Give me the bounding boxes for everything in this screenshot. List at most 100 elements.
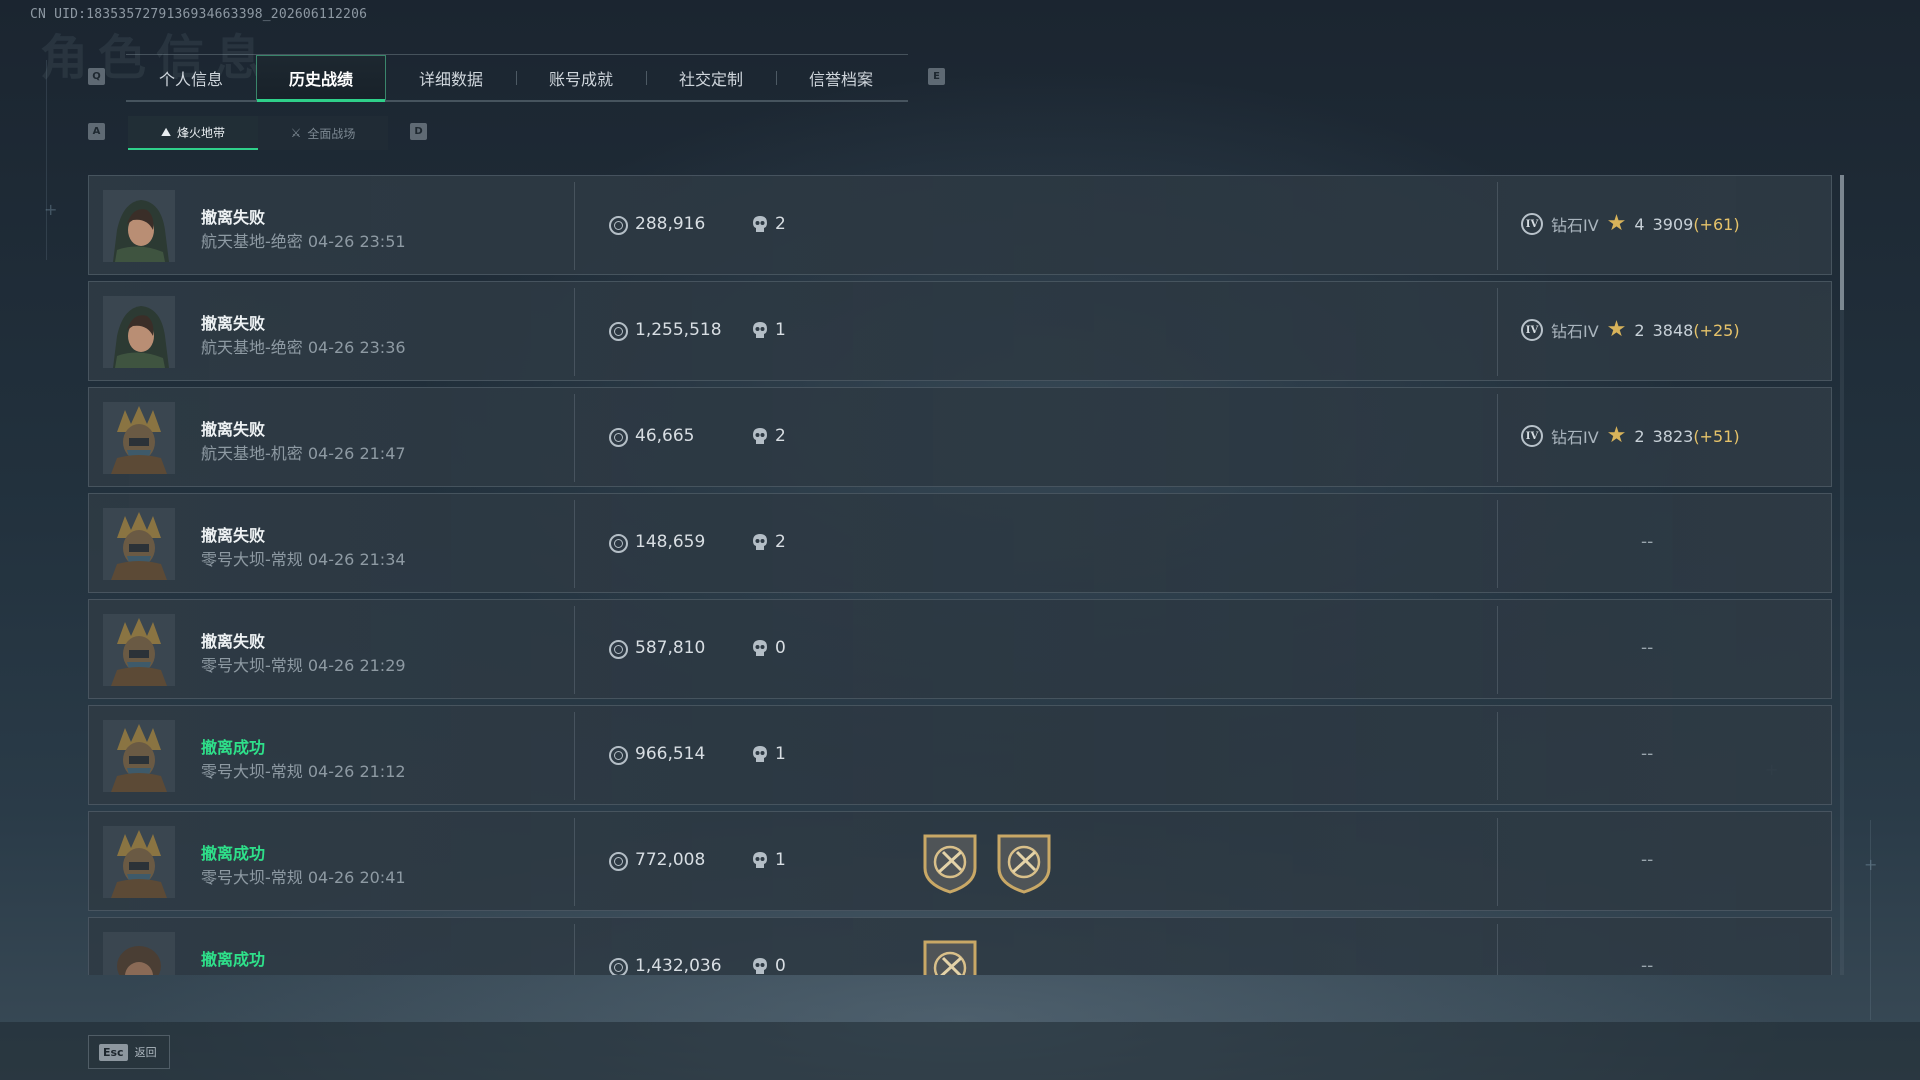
tab-5[interactable]: 信誉档案 <box>776 55 906 100</box>
divider <box>1497 606 1498 694</box>
star-count: 2 <box>1634 320 1645 340</box>
skull-kill-icon <box>751 215 769 235</box>
rank-score-delta: (+61) <box>1693 214 1740 234</box>
skull-kill-icon <box>751 533 769 553</box>
divider <box>574 288 575 376</box>
kill-count: 2 <box>775 532 786 552</box>
back-button[interactable]: Esc 返回 <box>88 1035 170 1069</box>
subtab-extraction[interactable]: ⛰ 烽火地带 <box>128 116 258 150</box>
rank-score-delta: (+51) <box>1693 426 1740 446</box>
rank-empty: -- <box>1641 532 1654 552</box>
tab-0[interactable]: 个人信息 <box>126 55 256 100</box>
divider <box>1497 818 1498 906</box>
warfare-mode-icon: ⚔ <box>290 126 302 140</box>
value-coin-icon <box>609 534 628 553</box>
kill-count: 1 <box>775 320 786 340</box>
star-icon: ★ <box>1606 423 1627 448</box>
operator-avatar <box>103 190 175 262</box>
operator-avatar <box>103 402 175 474</box>
extraction-value: 1,255,518 <box>635 320 722 340</box>
value-coin-icon <box>609 322 628 341</box>
divider <box>1497 924 1498 975</box>
achievement-badge-icon[interactable] <box>921 830 979 894</box>
value-coin-icon <box>609 216 628 235</box>
operator-avatar <box>103 614 175 686</box>
kill-count: 1 <box>775 744 786 764</box>
tab-3[interactable]: 账号成就 <box>516 55 646 100</box>
extraction-status: 撤离失败 <box>201 526 266 545</box>
divider <box>1497 182 1498 270</box>
match-record-row[interactable]: 撤离失败 航天基地-机密 04-26 21:47 46,665 2 IV 钻石IV ★ 2 38… <box>88 387 1832 487</box>
subtab-label: 全面战场 <box>307 126 356 141</box>
rank-name: 钻石IV <box>1551 322 1599 341</box>
star-count: 4 <box>1634 214 1645 234</box>
subtab-warfare[interactable]: ⚔ 全面战场 <box>258 116 388 150</box>
operator-avatar <box>103 932 175 975</box>
map-and-time: 零号大坝-常规 04-26 21:29 <box>201 656 406 675</box>
divider <box>574 818 575 906</box>
map-and-time: 航天基地-机密 04-26 21:47 <box>201 444 406 463</box>
subtab-label: 烽火地带 <box>177 125 226 140</box>
next-subtab-key-hint[interactable]: D <box>410 123 427 140</box>
match-record-row[interactable]: 撤离成功 零号大坝-常规 04-26 21:12 966,514 1 -- <box>88 705 1832 805</box>
achievement-badge-icon[interactable] <box>921 936 979 975</box>
tab-4[interactable]: 社交定制 <box>646 55 776 100</box>
extraction-value: 1,432,036 <box>635 956 722 975</box>
esc-key-hint: Esc <box>99 1043 128 1061</box>
main-tab-bar: 个人信息 历史战绩 详细数据 账号成就 社交定制 信誉档案 <box>126 54 908 102</box>
operator-avatar <box>103 296 175 368</box>
diamond-rank-icon: IV <box>1521 425 1543 447</box>
rank-name: 钻石IV <box>1551 428 1599 447</box>
map-and-time: 零号大坝-常规 04-26 20:41 <box>201 868 406 887</box>
value-coin-icon <box>609 958 628 975</box>
extraction-value: 46,665 <box>635 426 695 446</box>
map-and-time: 零号大坝-常规 04-26 21:12 <box>201 762 406 781</box>
next-tab-key-hint[interactable]: E <box>928 68 945 85</box>
divider <box>574 924 575 975</box>
extraction-value: 148,659 <box>635 532 706 552</box>
extraction-status: 撤离失败 <box>201 208 266 227</box>
star-count: 2 <box>1634 426 1645 446</box>
value-coin-icon <box>609 852 628 871</box>
skull-kill-icon <box>751 321 769 341</box>
value-coin-icon <box>609 428 628 447</box>
extraction-value: 966,514 <box>635 744 706 764</box>
match-record-row[interactable]: 撤离成功零号大坝-常规 04-26 20:13 1,432,036 0 -- <box>88 917 1832 975</box>
prev-subtab-key-hint[interactable]: A <box>88 123 105 140</box>
map-and-time: 零号大坝-常规 04-26 21:34 <box>201 550 406 569</box>
match-record-row[interactable]: 撤离失败 零号大坝-常规 04-26 21:29 587,810 0 -- <box>88 599 1832 699</box>
kill-count: 1 <box>775 850 786 870</box>
skull-kill-icon <box>751 639 769 659</box>
skull-kill-icon <box>751 957 769 975</box>
match-record-row[interactable]: 撤离失败 航天基地-绝密 04-26 23:36 1,255,518 1 IV 钻石IV ★… <box>88 281 1832 381</box>
achievement-badge-icon[interactable] <box>995 830 1053 894</box>
prev-tab-key-hint[interactable]: Q <box>88 68 105 85</box>
extraction-mode-icon: ⛰ <box>160 124 172 139</box>
rank-info: IV 钻石IV ★ 2 3823(+51) <box>1521 424 1740 448</box>
divider <box>1497 500 1498 588</box>
kill-count: 0 <box>775 956 786 975</box>
divider <box>574 500 575 588</box>
match-record-row[interactable]: 撤离失败零号大坝-常规 04-26 21:34 148,659 2 -- <box>88 493 1832 593</box>
diamond-rank-icon: IV <box>1521 319 1543 341</box>
scrollbar-thumb[interactable] <box>1840 175 1844 310</box>
map-and-time: 零号大坝-常规 04-26 20:13 <box>201 970 406 975</box>
tab-1[interactable]: 历史战绩 <box>256 55 386 102</box>
kill-count: 2 <box>775 214 786 234</box>
tab-2[interactable]: 详细数据 <box>386 55 516 100</box>
skull-kill-icon <box>751 851 769 871</box>
kill-count: 2 <box>775 426 786 446</box>
star-icon: ★ <box>1606 317 1627 342</box>
match-record-row[interactable]: 撤离成功 零号大坝-常规 04-26 20:41 772,008 1 -- <box>88 811 1832 911</box>
operator-avatar <box>103 508 175 580</box>
value-coin-icon <box>609 640 628 659</box>
map-and-time: 航天基地-绝密 04-26 23:51 <box>201 232 406 251</box>
extraction-status: 撤离失败 <box>201 632 266 651</box>
operator-avatar <box>103 826 175 898</box>
match-record-row[interactable]: 撤离失败 航天基地-绝密 04-26 23:51 288,916 2 IV 钻石IV ★ 4 3… <box>88 175 1832 275</box>
skull-kill-icon <box>751 745 769 765</box>
rank-name: 钻石IV <box>1551 216 1599 235</box>
rank-score: 3848 <box>1652 320 1694 340</box>
extraction-status: 撤离失败 <box>201 314 266 333</box>
deco-cross: + <box>44 200 58 219</box>
